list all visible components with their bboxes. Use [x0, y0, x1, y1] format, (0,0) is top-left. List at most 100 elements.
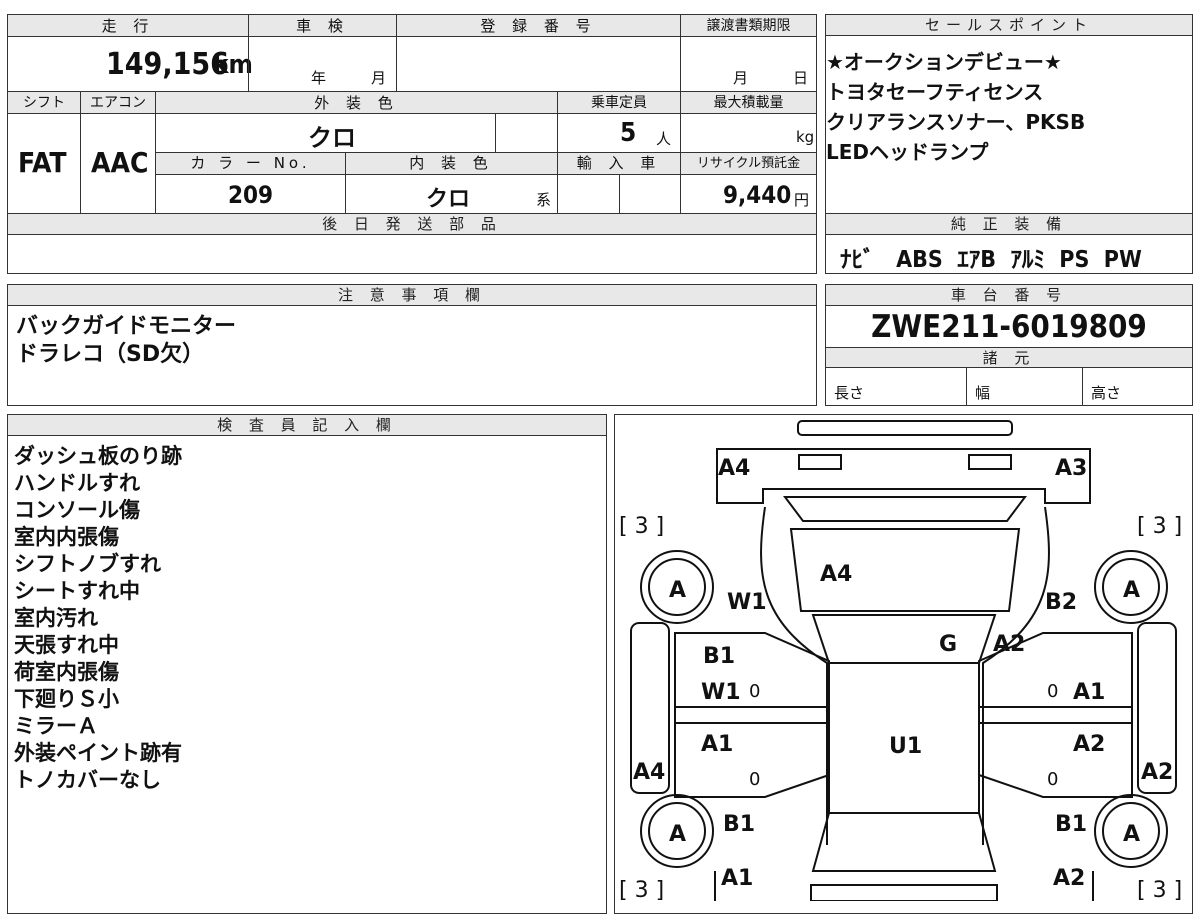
import-cell-b [619, 175, 680, 213]
transfer-cell: 月 日 [680, 37, 816, 91]
capacity-unit: 人 [656, 130, 672, 148]
row2-headers: シフト エアコン 外 装 色 乗車定員 最大積載量 [8, 92, 816, 114]
row1-headers: 走 行 車 検 登 録 番 号 譲渡書類期限 [8, 15, 816, 37]
label-left-rear-door-2: W1 [701, 680, 741, 705]
inspector-line: ミラーＡ [14, 714, 98, 738]
label-right-qtr: B2 [1045, 590, 1077, 615]
later-parts-header: 後 日 発 送 部 品 [8, 214, 816, 235]
capacity-cell: 5 人 [557, 114, 680, 152]
label-wheel-tl: A [669, 578, 686, 603]
label-right-side: A2 [1141, 760, 1173, 785]
sales-points-header: セールスポイント [826, 15, 1192, 36]
import-header: 輸 入 車 [557, 153, 680, 174]
inspector-line: コンソール傷 [14, 498, 140, 522]
mileage-unit: km [213, 50, 253, 80]
notes-list: バックガイドモニター ドラレコ（SD欠） [16, 313, 236, 369]
spec-width-label: 幅 [975, 384, 991, 402]
rear-bumper-outline [797, 420, 1013, 436]
rear-spoiler-outline [783, 496, 1027, 522]
label-bracket-bl: [ 3 ] [619, 878, 664, 901]
aircon-cell: AAC [80, 114, 155, 213]
label-front-left: A1 [721, 866, 753, 891]
label-rear-right: A3 [1055, 456, 1087, 481]
shift-cell: FAT [8, 114, 80, 213]
transfer-month: 月 [733, 69, 749, 87]
max-load-header: 最大積載量 [680, 92, 816, 114]
equipment-item: PW [1103, 247, 1142, 273]
genuine-equipment-header: 純 正 装 備 [826, 214, 1192, 235]
exterior-header: 外 装 色 [155, 92, 557, 114]
spec-length: 長さ [826, 368, 966, 405]
import-cell-a [557, 175, 619, 213]
capacity-header: 乗車定員 [557, 92, 680, 114]
inspection-year: 年 [311, 69, 327, 87]
rear-light-right [968, 454, 1012, 470]
label-right-front-door: A2 [1073, 732, 1105, 757]
label-wheel-tr: A [1123, 578, 1140, 603]
inspector-line: 室内内張傷 [14, 525, 119, 549]
label-left-fender: B1 [723, 812, 755, 837]
max-load-cell: kg [680, 114, 816, 152]
equipment-item: ﾅﾋﾞ [840, 247, 875, 273]
interior-cell: クロ 系 [345, 175, 557, 213]
label-left-rear-door-1: B1 [703, 644, 735, 669]
color-no-header: カ ラ ー No. [155, 153, 345, 174]
spec-height-label: 高さ [1091, 384, 1122, 402]
label-bracket-tr: [ 3 ] [1137, 514, 1182, 539]
label-rear-left: A4 [718, 456, 750, 481]
inspector-header: 検 査 員 記 入 欄 [8, 415, 606, 436]
inspector-line: 荷室内張傷 [14, 660, 119, 684]
inspector-list: ダッシュ板のり跡 ハンドルすれ コンソール傷 室内内張傷 シフトノブすれ シート… [14, 443, 182, 794]
registration-cell [396, 37, 680, 91]
capacity-value: 5 [620, 118, 637, 148]
spec-length-label: 長さ [834, 384, 865, 402]
label-roof: U1 [889, 734, 922, 759]
interior-header: 内 装 色 [345, 153, 557, 174]
car-diagram: A4 A3 [ 3 ] [ 3 ] A4 A A W1 B2 G A2 B1 W… [619, 420, 1182, 901]
label-right-rear-door-top: A2 [993, 632, 1025, 657]
sales-points-panel: セールスポイント ★オークションデビュー★ トヨタセーフティセンス クリアランス… [825, 14, 1193, 214]
inspector-line: 室内汚れ [14, 606, 98, 630]
label-wheel-bl: A [669, 822, 686, 847]
inspector-line: トノカバーなし [14, 768, 161, 792]
inspection-header: 車 検 [248, 15, 396, 37]
inspector-panel: 検 査 員 記 入 欄 ダッシュ板のり跡 ハンドルすれ コンソール傷 室内内張傷… [7, 414, 607, 914]
note-line: ドラレコ（SD欠） [16, 342, 205, 367]
equipment-item: ABS [896, 247, 943, 273]
row1-values: 149,156 km 年 月 月 日 [8, 37, 816, 91]
chassis-number: ZWE211-6019809 [871, 309, 1147, 345]
note-line: バックガイドモニター [16, 314, 237, 339]
car-diagram-panel: A4 A3 [ 3 ] [ 3 ] A4 A A W1 B2 G A2 B1 W… [614, 414, 1193, 914]
sales-point-line: クリアランスソナー、PKSB [826, 110, 1086, 134]
rear-light-left [798, 454, 842, 470]
inspection-month: 月 [371, 69, 387, 87]
mileage-cell: 149,156 km [8, 37, 253, 91]
inspector-line: 外装ペイント跡有 [14, 741, 182, 765]
row3-headers: カ ラ ー No. 内 装 色 輸 入 車 リサイクル預託金 [155, 152, 816, 175]
notes-panel: 注 意 事 項 欄 バックガイドモニター ドラレコ（SD欠） [7, 284, 817, 406]
chassis-header: 車 台 番 号 [826, 285, 1192, 306]
aircon-header: エアコン [80, 92, 155, 114]
label-left-zero-1: 0 [749, 681, 760, 702]
max-load-unit: kg [796, 128, 815, 146]
exterior-extra-cell [495, 114, 557, 152]
sales-point-line: ★オークションデビュー★ [826, 50, 1062, 74]
label-left-front-door: A1 [701, 732, 733, 757]
label-front-right: A2 [1053, 866, 1085, 891]
roof-rear-outline [811, 614, 997, 664]
mileage-value: 149,156 [106, 47, 229, 82]
inspector-line: ダッシュ板のり跡 [14, 444, 182, 468]
exterior-value: クロ [308, 124, 356, 152]
rear-lid-outline [716, 448, 1091, 504]
equipment-item: ｴｱB [957, 247, 996, 273]
registration-header: 登 録 番 号 [396, 15, 680, 37]
exterior-cell: クロ [155, 114, 495, 152]
label-right-zero-1: 0 [1047, 681, 1058, 702]
specs-header: 諸 元 [826, 347, 1192, 368]
recycle-value: 9,440 [723, 181, 792, 209]
sales-points-list: ★オークションデビュー★ トヨタセーフティセンス クリアランスソナー、PKSB … [826, 47, 1192, 167]
recycle-header: リサイクル預託金 [680, 153, 816, 174]
color-no-cell: 209 [155, 175, 345, 213]
label-left-zero-2: 0 [749, 769, 760, 790]
label-wheel-br: A [1123, 822, 1140, 847]
